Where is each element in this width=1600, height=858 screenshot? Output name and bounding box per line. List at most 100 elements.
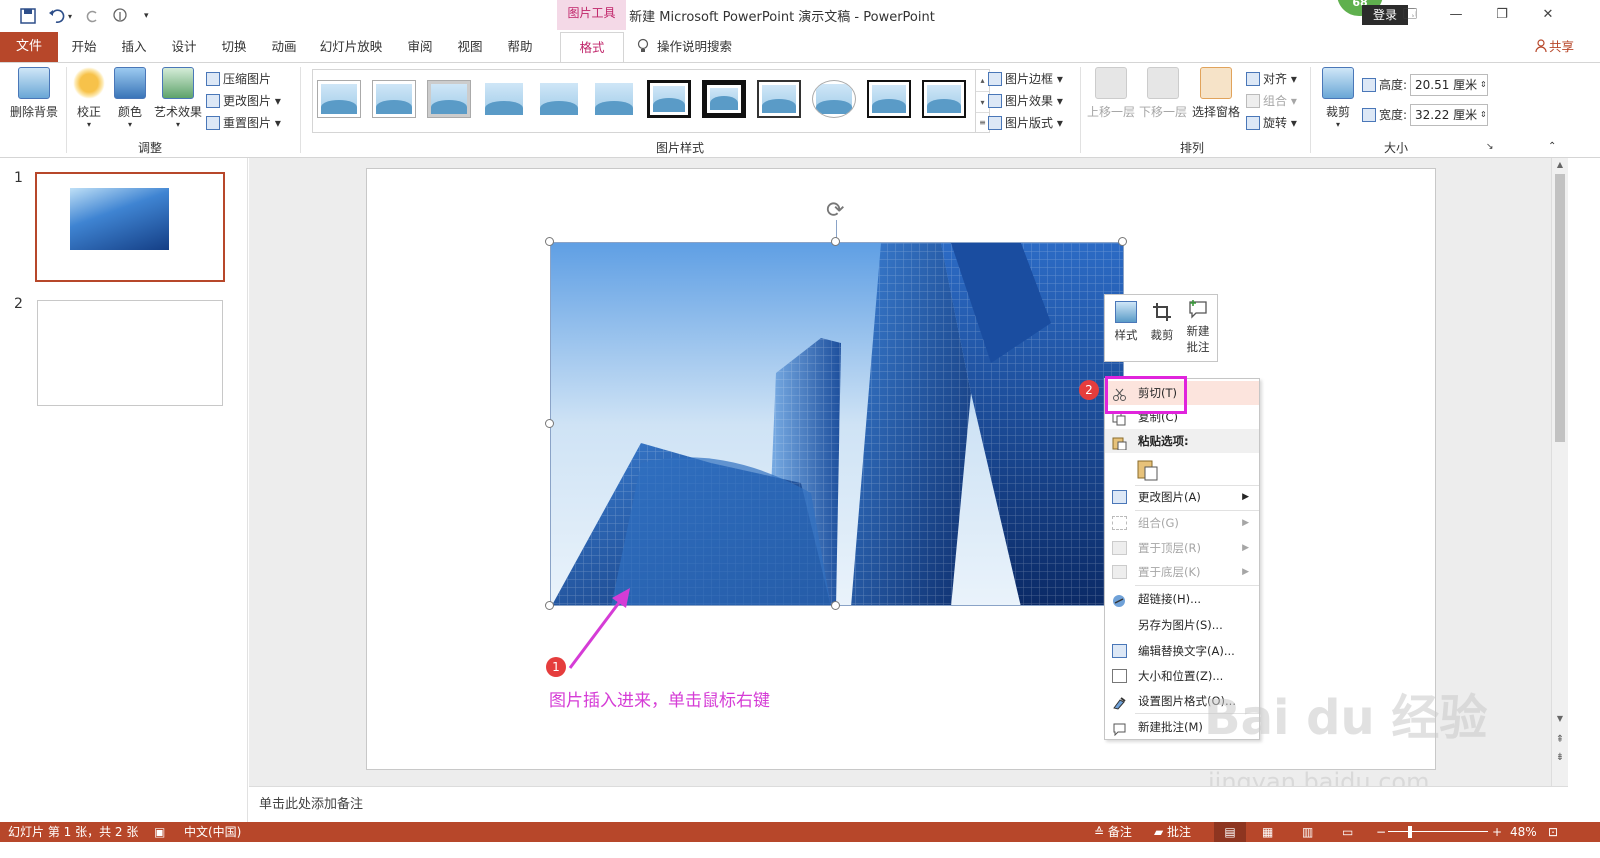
- tab-transitions[interactable]: 切换: [212, 32, 256, 62]
- crop-button[interactable]: 裁剪 ▾: [1318, 67, 1358, 129]
- size-dialog-launcher-icon[interactable]: ↘: [1486, 137, 1494, 157]
- customize-toolbar-icon[interactable]: ▾: [144, 11, 149, 21]
- tab-animations[interactable]: 动画: [262, 32, 306, 62]
- height-spinner[interactable]: ⇕: [1480, 75, 1487, 95]
- tab-home[interactable]: 开始: [62, 32, 106, 62]
- inserted-picture[interactable]: [550, 242, 1124, 606]
- picture-style-10[interactable]: [812, 80, 856, 118]
- tell-me-search[interactable]: 操作说明搜索: [637, 32, 732, 62]
- selection-pane-button[interactable]: 选择窗格: [1190, 67, 1242, 120]
- resize-handle-bottom[interactable]: [831, 601, 840, 610]
- normal-view-button[interactable]: ▤: [1214, 822, 1246, 842]
- reading-view-button[interactable]: ▥: [1302, 822, 1313, 842]
- minimize-button[interactable]: —: [1438, 4, 1474, 28]
- zoom-slider-thumb[interactable]: [1408, 826, 1412, 838]
- group-button[interactable]: 组合 ▾: [1246, 91, 1297, 111]
- picture-style-3[interactable]: [427, 80, 471, 118]
- share-button[interactable]: 共享: [1535, 32, 1574, 62]
- notes-toggle[interactable]: ≙ 备注: [1094, 822, 1132, 842]
- save-icon[interactable]: [20, 8, 36, 28]
- menu-item-edit-alt-text[interactable]: 编辑替换文字(A)...: [1105, 639, 1259, 663]
- resize-handle-left[interactable]: [545, 419, 554, 428]
- spelling-icon[interactable]: ▣: [154, 822, 165, 842]
- picture-style-12[interactable]: [922, 80, 966, 118]
- resize-handle-top-left[interactable]: [545, 237, 554, 246]
- slide-thumbnail-2[interactable]: [37, 300, 223, 406]
- remove-background-button[interactable]: 删除背景: [6, 67, 62, 120]
- tab-slideshow[interactable]: 幻灯片放映: [314, 32, 388, 62]
- mini-new-comment-button[interactable]: 新建 批注: [1181, 299, 1215, 355]
- close-button[interactable]: ✕: [1530, 4, 1566, 28]
- picture-style-1[interactable]: [317, 80, 361, 118]
- comments-toggle[interactable]: ▰ 批注: [1154, 822, 1191, 842]
- notes-pane[interactable]: 单击此处添加备注: [249, 786, 1568, 822]
- width-input[interactable]: 32.22 厘米: [1410, 104, 1488, 126]
- picture-effects-button[interactable]: 图片效果 ▾: [988, 91, 1063, 111]
- menu-item-bring-to-front[interactable]: 置于顶层(R) ▶: [1105, 536, 1259, 560]
- mini-crop-button[interactable]: 裁剪: [1145, 301, 1179, 343]
- tab-review[interactable]: 审阅: [398, 32, 442, 62]
- ribbon-display-options-icon[interactable]: 🗔: [1392, 4, 1428, 28]
- picture-style-9[interactable]: [757, 80, 801, 118]
- previous-slide-icon[interactable]: ⇞: [1552, 734, 1568, 745]
- fit-slide-icon[interactable]: ⊡: [1548, 822, 1558, 842]
- send-backward-button[interactable]: 下移一层: [1138, 67, 1188, 120]
- picture-border-button[interactable]: 图片边框 ▾: [988, 69, 1063, 89]
- align-button[interactable]: 对齐 ▾: [1246, 69, 1297, 89]
- redo-icon[interactable]: [84, 8, 100, 28]
- reset-picture-button[interactable]: 重置图片 ▾: [206, 113, 281, 133]
- slideshow-view-button[interactable]: ▭: [1342, 822, 1353, 842]
- resize-handle-top-right[interactable]: [1118, 237, 1127, 246]
- menu-item-send-to-back[interactable]: 置于底层(K) ▶: [1105, 560, 1259, 584]
- tab-file[interactable]: 文件: [0, 32, 58, 62]
- paste-picture-option-icon[interactable]: [1135, 457, 1161, 483]
- picture-style-2[interactable]: [372, 80, 416, 118]
- change-picture-button[interactable]: 更改图片 ▾: [206, 91, 281, 111]
- tab-insert[interactable]: 插入: [112, 32, 156, 62]
- menu-item-group[interactable]: 组合(G) ▶: [1105, 511, 1259, 535]
- scroll-up-icon[interactable]: ▲: [1552, 160, 1568, 169]
- picture-style-4[interactable]: [482, 80, 526, 118]
- resize-handle-top[interactable]: [831, 237, 840, 246]
- picture-style-7[interactable]: [647, 80, 691, 118]
- tab-design[interactable]: 设计: [162, 32, 206, 62]
- picture-style-5[interactable]: [537, 80, 581, 118]
- restore-button[interactable]: ❐: [1484, 4, 1520, 28]
- resize-handle-bottom-left[interactable]: [545, 601, 554, 610]
- rotate-button[interactable]: 旋转 ▾: [1246, 113, 1297, 133]
- corrections-button[interactable]: 校正 ▾: [70, 67, 108, 129]
- picture-style-11[interactable]: [867, 80, 911, 118]
- next-slide-icon[interactable]: ⇟: [1552, 752, 1568, 763]
- tab-view[interactable]: 视图: [448, 32, 492, 62]
- language-indicator[interactable]: 中文(中国): [184, 822, 241, 842]
- bring-forward-button[interactable]: 上移一层: [1086, 67, 1136, 120]
- picture-layout-button[interactable]: 图片版式 ▾: [988, 113, 1063, 133]
- artistic-effects-button[interactable]: 艺术效果 ▾: [152, 67, 204, 129]
- width-spinner[interactable]: ⇕: [1480, 105, 1487, 125]
- slide-sorter-view-button[interactable]: ▦: [1262, 822, 1273, 842]
- menu-item-change-picture[interactable]: 更改图片(A) ▶: [1105, 485, 1259, 509]
- scrollbar-thumb[interactable]: [1555, 174, 1565, 442]
- menu-item-save-as-picture[interactable]: 另存为图片(S)...: [1105, 613, 1259, 637]
- scroll-down-icon[interactable]: ▼: [1552, 714, 1568, 723]
- menu-item-hyperlink[interactable]: 超链接(H)...: [1105, 587, 1259, 611]
- undo-icon[interactable]: [48, 8, 66, 28]
- rotate-handle-icon[interactable]: ⟳: [826, 198, 844, 223]
- mini-style-button[interactable]: 样式: [1109, 301, 1143, 343]
- zoom-slider[interactable]: [1388, 831, 1488, 832]
- zoom-level[interactable]: 48%: [1510, 822, 1537, 842]
- zoom-in-button[interactable]: +: [1492, 822, 1502, 842]
- height-input[interactable]: 20.51 厘米: [1410, 74, 1488, 96]
- tab-help[interactable]: 帮助: [498, 32, 542, 62]
- picture-style-8[interactable]: [702, 80, 746, 118]
- color-button[interactable]: 颜色 ▾: [112, 67, 148, 129]
- picture-style-6[interactable]: [592, 80, 636, 118]
- slide-thumbnail-1[interactable]: [35, 172, 225, 282]
- tab-format[interactable]: 格式: [560, 32, 624, 63]
- zoom-out-button[interactable]: −: [1376, 822, 1386, 842]
- collapse-ribbon-icon[interactable]: ⌃: [1548, 137, 1556, 157]
- compress-pictures-button[interactable]: 压缩图片: [206, 69, 271, 89]
- picture-styles-gallery[interactable]: [312, 69, 976, 133]
- vertical-scrollbar[interactable]: ▲ ▼ ⇞ ⇟: [1551, 158, 1568, 786]
- touch-mode-icon[interactable]: [112, 8, 130, 28]
